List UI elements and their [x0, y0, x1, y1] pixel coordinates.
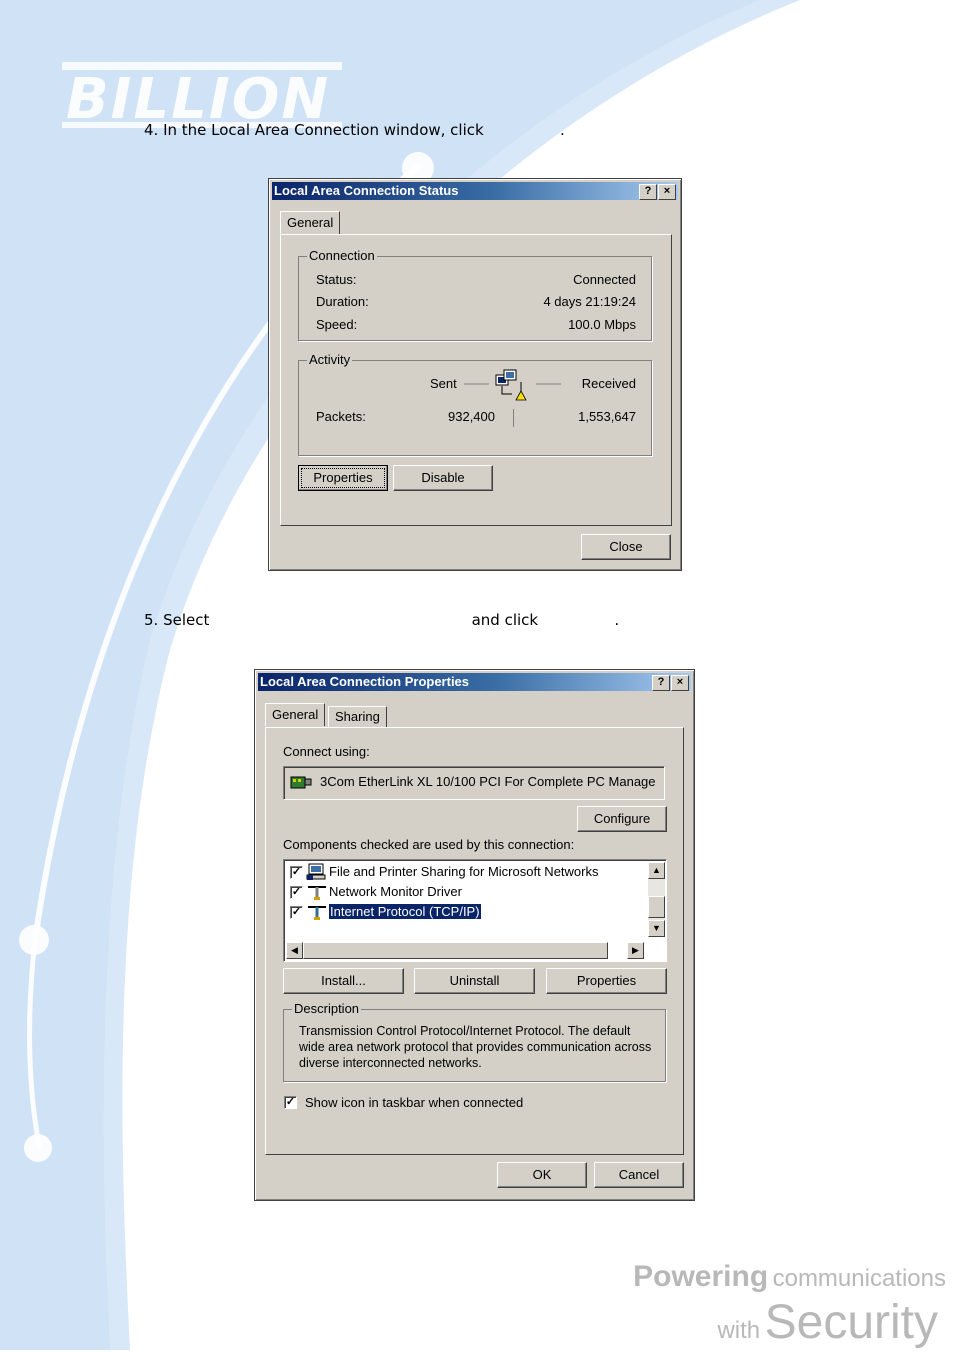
connection-group: Connection Status: Connected Duration: 4… [298, 248, 652, 341]
activity-group: Activity Sent Received Packets: 932,400 … [298, 352, 652, 456]
help-button[interactable]: ? [639, 184, 657, 200]
close-icon[interactable]: × [671, 675, 689, 691]
general-panel: Connect using: 3Com EtherLink XL 10/100 … [265, 727, 684, 1155]
help-button[interactable]: ? [652, 675, 670, 691]
install-button[interactable]: Install... [283, 968, 404, 994]
network-card-icon [290, 776, 312, 789]
checkbox[interactable]: ✓ [290, 906, 303, 919]
tagline-with: with [717, 1317, 761, 1344]
network-share-icon [306, 863, 326, 880]
properties-button[interactable]: Properties [298, 465, 388, 491]
packets-received-value: 1,553,647 [578, 409, 636, 424]
activity-group-label: Activity [307, 352, 353, 367]
ok-button[interactable]: OK [497, 1162, 587, 1188]
description-text: Transmission Control Protocol/Internet P… [299, 1024, 652, 1070]
vertical-scrollbar-thumb[interactable] [648, 896, 665, 918]
connect-using-label: Connect using: [283, 744, 370, 759]
scroll-up-icon[interactable]: ▲ [648, 862, 665, 879]
tagline-security: Security [764, 1296, 938, 1349]
tab-general[interactable]: General [265, 703, 326, 726]
show-icon-label: Show icon in taskbar when connected [305, 1095, 524, 1110]
horizontal-scrollbar-thumb[interactable] [303, 942, 608, 959]
configure-button[interactable]: Configure [577, 806, 667, 832]
properties-dialog-title: Local Area Connection Properties [260, 674, 470, 689]
status-dialog-titlebar[interactable]: Local Area Connection Status ? × [272, 182, 678, 200]
properties-button[interactable]: Properties [546, 968, 667, 994]
tagline-communications: communications [772, 1265, 946, 1292]
component-label: File and Printer Sharing for Microsoft N… [329, 864, 599, 879]
status-dialog: Local Area Connection Status ? × General… [268, 178, 682, 571]
speed-label: Speed: [316, 317, 358, 332]
scroll-down-icon[interactable]: ▼ [648, 920, 665, 937]
step-5-text: 5. Select and click . [144, 611, 620, 629]
disable-button[interactable]: Disable [393, 465, 493, 491]
tab-sharing[interactable]: Sharing [328, 706, 387, 727]
powering-security-tagline: Powering communications with Security [633, 1260, 946, 1358]
received-label: Received [581, 376, 636, 391]
components-list[interactable]: ✓ File and Printer Sharing for Microsoft… [283, 859, 667, 962]
adapter-field: 3Com EtherLink XL 10/100 PCI For Complet… [283, 766, 665, 800]
uninstall-button[interactable]: Uninstall [414, 968, 535, 994]
status-dialog-title: Local Area Connection Status [274, 183, 459, 198]
tab-general[interactable]: General [280, 211, 341, 234]
connection-group-label: Connection [307, 248, 377, 263]
close-icon[interactable]: × [658, 184, 676, 200]
show-icon-checkbox[interactable]: ✓ [284, 1096, 297, 1109]
component-label: Internet Protocol (TCP/IP) [328, 903, 482, 920]
tagline-powering: Powering [633, 1260, 769, 1293]
status-value: Connected [573, 272, 636, 287]
description-group-label: Description [292, 1001, 362, 1016]
network-activity-icon [464, 369, 561, 401]
components-label: Components checked are used by this conn… [283, 837, 575, 852]
cancel-button[interactable]: Cancel [594, 1162, 684, 1188]
packets-sent-value: 932,400 [448, 409, 495, 424]
checkbox[interactable]: ✓ [290, 886, 303, 899]
properties-dialog-titlebar[interactable]: Local Area Connection Properties ? × [258, 673, 691, 691]
protocol-icon [308, 906, 326, 920]
protocol-icon [308, 886, 326, 900]
packets-label: Packets: [316, 409, 366, 424]
duration-value: 4 days 21:19:24 [543, 294, 636, 309]
description-group: Description Transmission Control Protoco… [283, 1001, 666, 1082]
billion-logo: BILLION [62, 62, 342, 130]
checkbox[interactable]: ✓ [290, 866, 303, 879]
scroll-left-icon[interactable]: ◀ [286, 942, 303, 959]
close-button[interactable]: Close [581, 534, 671, 560]
adapter-name: 3Com EtherLink XL 10/100 PCI For Complet… [320, 774, 656, 789]
speed-value: 100.0 Mbps [568, 317, 636, 332]
properties-dialog: Local Area Connection Properties ? × Gen… [254, 669, 695, 1201]
activity-divider [513, 409, 514, 427]
duration-label: Duration: [316, 294, 369, 309]
component-label: Network Monitor Driver [329, 884, 462, 899]
sent-label: Sent [430, 376, 457, 391]
scroll-right-icon[interactable]: ▶ [627, 942, 644, 959]
step-4-text: 4. In the Local Area Connection window, … [144, 121, 565, 139]
general-panel: Connection Status: Connected Duration: 4… [280, 234, 672, 526]
status-label: Status: [316, 272, 357, 287]
